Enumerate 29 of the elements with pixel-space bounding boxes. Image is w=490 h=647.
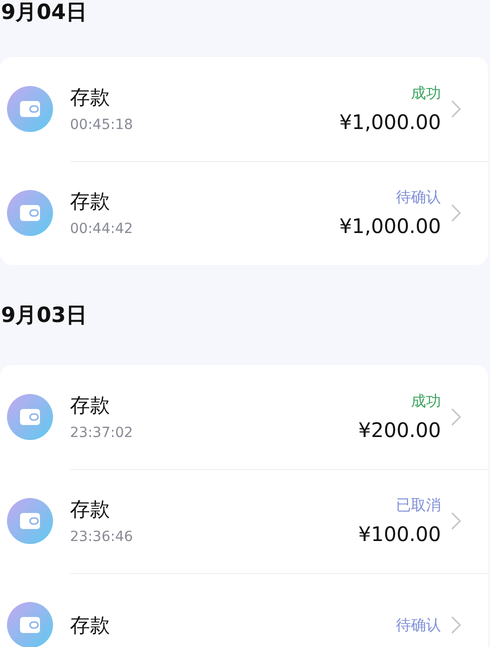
amount-value: ¥1,000.00 (339, 109, 441, 135)
wallet-icon (7, 86, 53, 132)
record-title: 存款 (70, 612, 111, 638)
status-label: 成功 (411, 391, 441, 411)
chevron-icon[interactable] (451, 512, 461, 530)
status-label: 待确认 (396, 615, 441, 635)
chevron-icon[interactable] (451, 100, 461, 118)
wallet-icon (7, 498, 53, 544)
wallet-icon (7, 394, 53, 440)
record-title: 存款 (70, 188, 111, 214)
chevron-icon[interactable] (451, 204, 461, 222)
amount-value: ¥200.00 (358, 417, 441, 443)
record-time: 00:44:42 (70, 220, 134, 238)
record-time: 23:36:46 (70, 528, 134, 546)
status-label: 已取消 (396, 495, 441, 515)
record-time: 00:45:18 (70, 116, 134, 134)
amount-value: ¥100.00 (358, 521, 441, 547)
chevron-icon[interactable] (451, 408, 461, 426)
status-label: 待确认 (396, 187, 441, 207)
record-title: 存款 (70, 392, 111, 418)
record-title: 存款 (70, 496, 111, 522)
record-title: 存款 (70, 84, 111, 110)
amount-value: ¥1,000.00 (339, 213, 441, 239)
wallet-icon (7, 190, 53, 236)
status-label: 成功 (411, 83, 441, 103)
date-heading: 9月04日 (0, 0, 88, 24)
date-heading: 9月03日 (0, 302, 88, 329)
chevron-icon[interactable] (451, 616, 461, 634)
record-time: 23:37:02 (70, 424, 134, 442)
